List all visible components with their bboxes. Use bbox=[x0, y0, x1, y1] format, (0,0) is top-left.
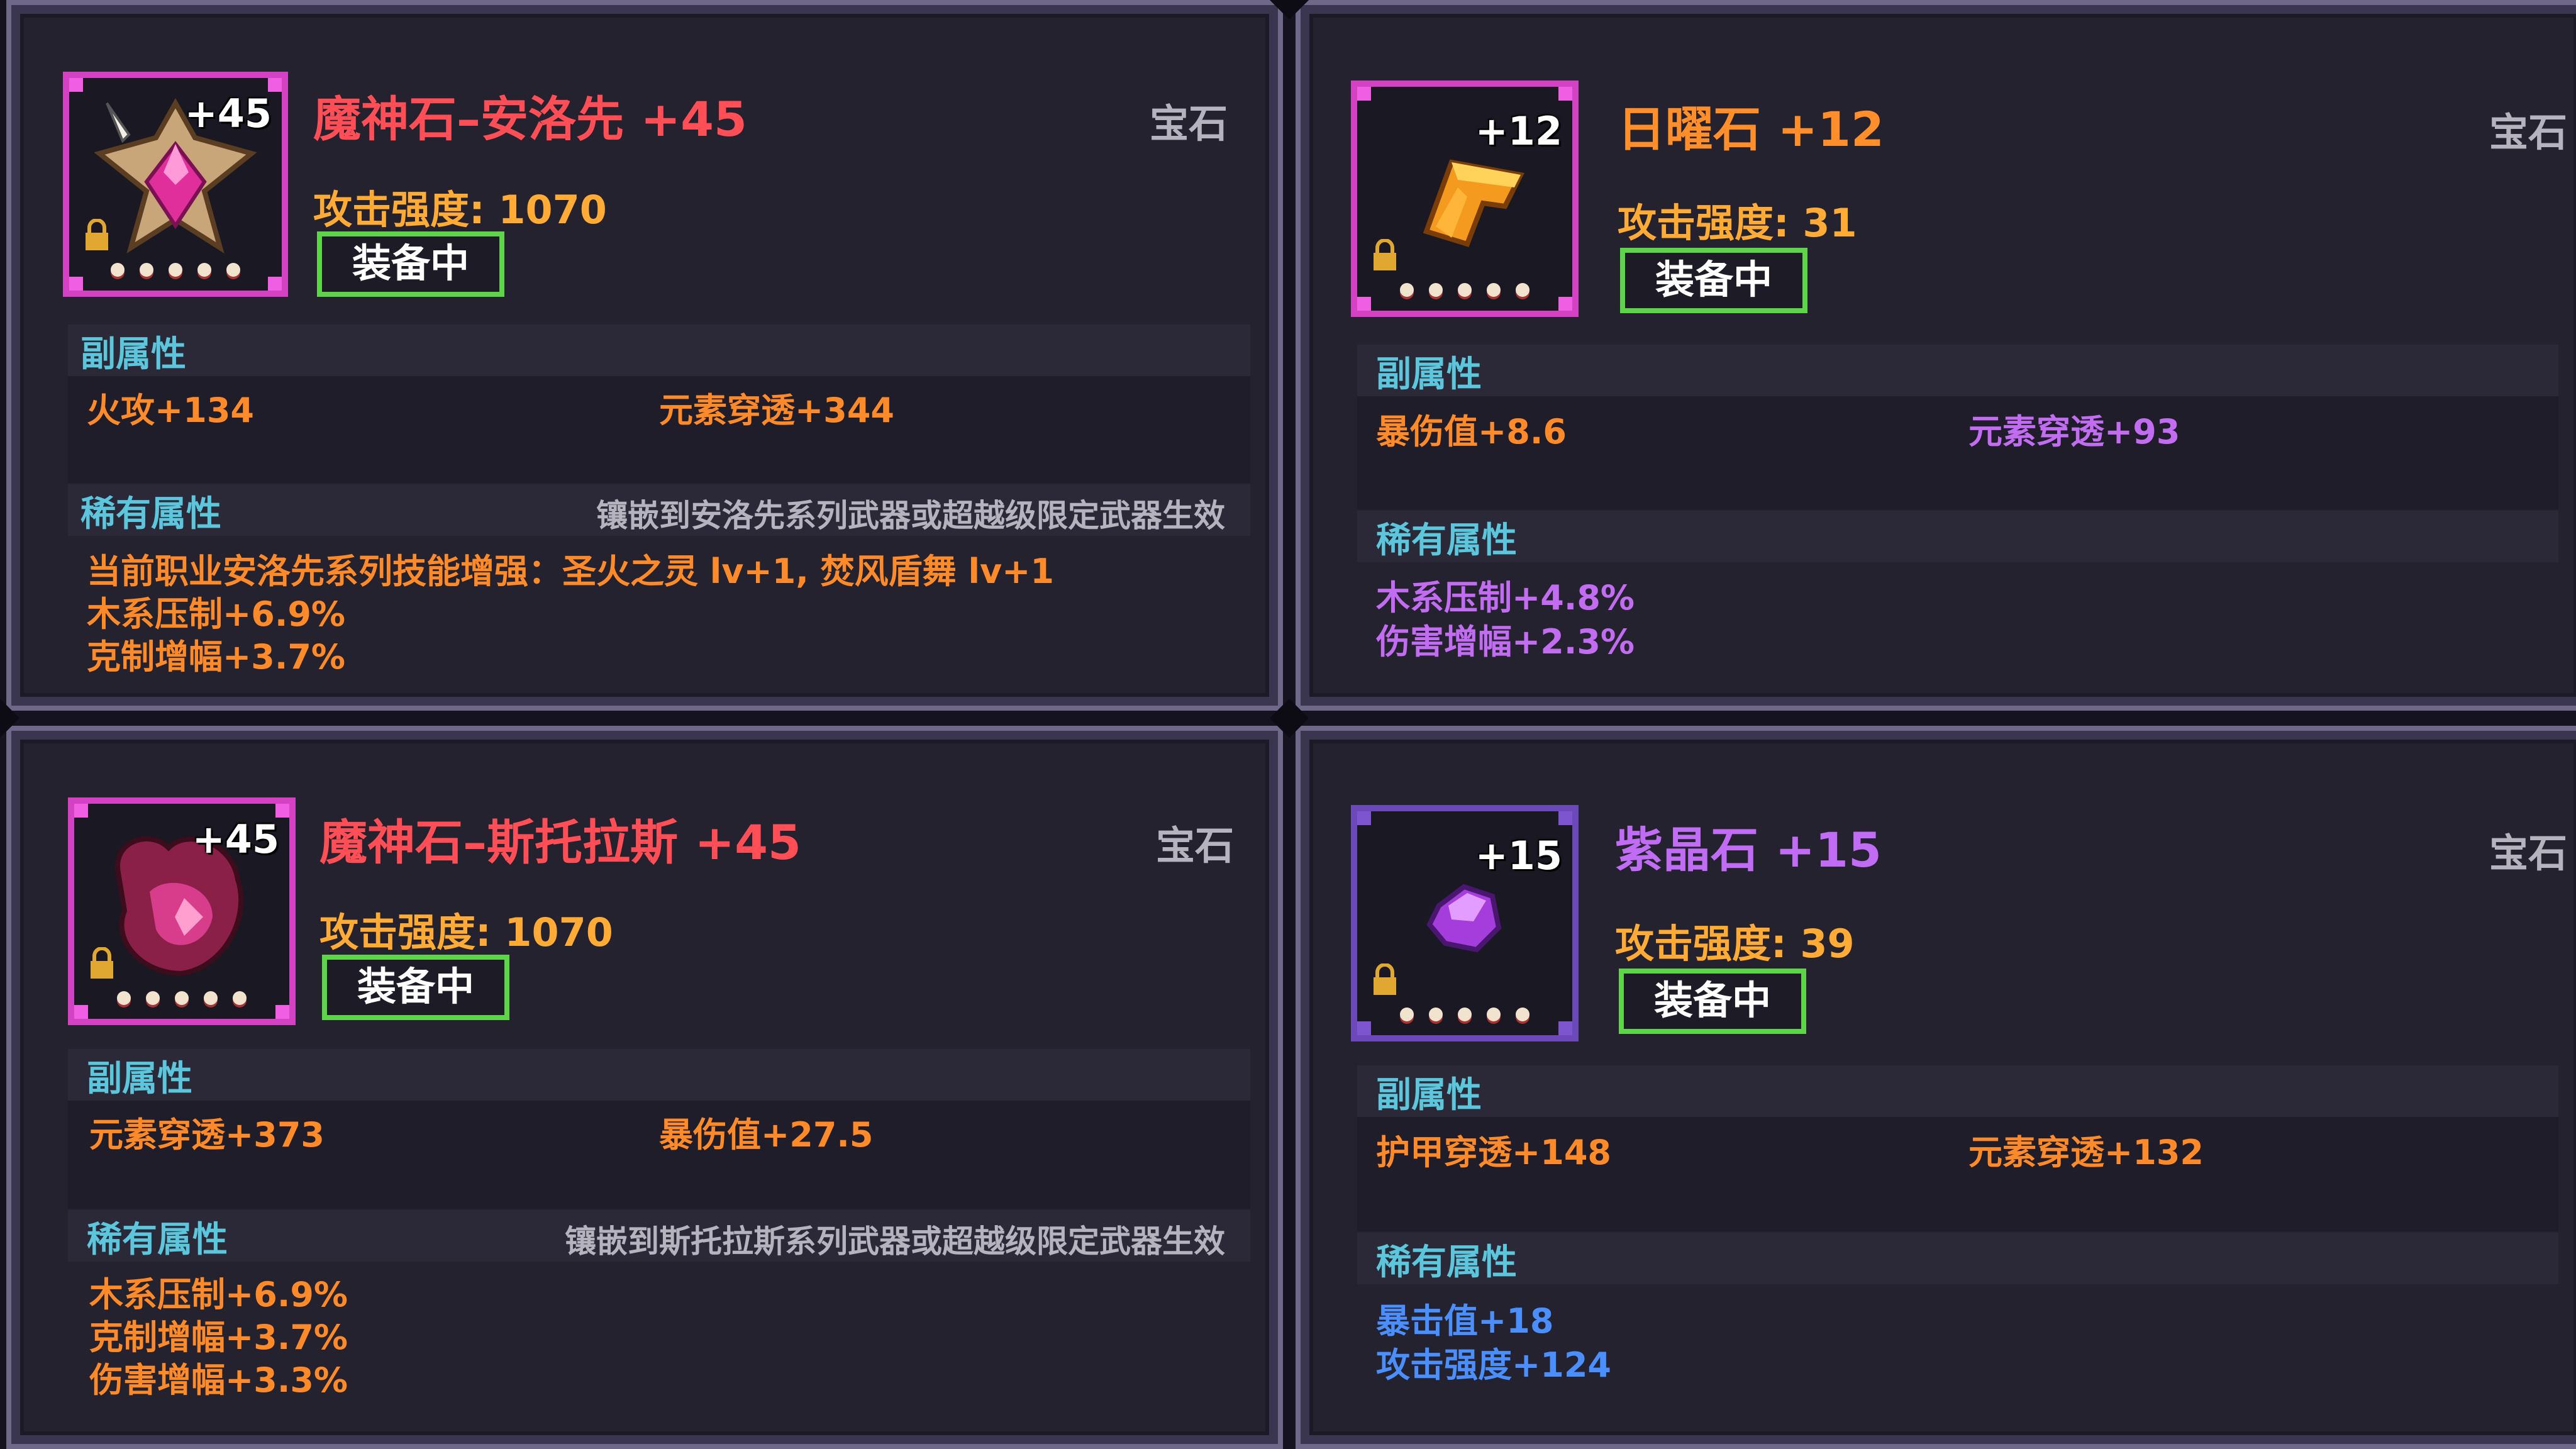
enhance-level: +45 bbox=[192, 816, 279, 862]
lock-icon bbox=[86, 219, 108, 250]
sub-stat-1: 火攻+134 bbox=[87, 391, 254, 430]
sub-stats-title: 副属性 bbox=[1376, 354, 1482, 395]
enhance-level: +45 bbox=[184, 91, 272, 136]
star-dots bbox=[74, 991, 289, 1010]
rare-stats-title: 稀有属性 bbox=[80, 494, 221, 535]
gem-card-stolas[interactable]: +45 魔神石–斯托拉斯 +45 宝石 攻击强度: 1070 装备中 副属性 元… bbox=[6, 726, 1283, 1449]
sub-stat-2: 元素穿透+132 bbox=[1968, 1133, 2204, 1172]
equipped-badge[interactable]: 装备中 bbox=[322, 955, 509, 1020]
category-tag: 宝石 bbox=[1150, 101, 1228, 147]
sub-stats-header-band bbox=[68, 325, 1250, 376]
star-dots bbox=[1357, 1008, 1572, 1026]
attack-power: 攻击强度: 39 bbox=[1615, 921, 1855, 967]
rare-stats-header-band bbox=[1357, 511, 2558, 562]
sub-stat-1: 护甲穿透+148 bbox=[1376, 1133, 1611, 1172]
rare-stat-2: 伤害增幅+2.3% bbox=[1376, 622, 1635, 662]
socket-requirement-note: 镶嵌到斯托拉斯系列武器或超越级限定武器生效 bbox=[565, 1223, 1225, 1260]
sub-stat-1: 元素穿透+373 bbox=[89, 1115, 325, 1155]
sub-stat-2: 元素穿透+93 bbox=[1968, 412, 2180, 452]
gem-card-anlocean[interactable]: +45 魔神石–安洛先 +45 宝石 攻击强度: 1070 装备中 副属性 火攻… bbox=[6, 0, 1283, 711]
enhance-level: +15 bbox=[1475, 833, 1562, 879]
rare-stat-3: 克制增幅+3.7% bbox=[87, 637, 346, 677]
rare-stat-1: 暴击值+18 bbox=[1376, 1301, 1554, 1341]
enhance-level: +12 bbox=[1475, 108, 1562, 154]
rare-stat-3: 伤害增幅+3.3% bbox=[89, 1360, 348, 1400]
lock-icon bbox=[1374, 963, 1396, 995]
lock-icon bbox=[1374, 239, 1396, 270]
sub-stats-title: 副属性 bbox=[1376, 1075, 1482, 1116]
sub-stats-header-band bbox=[1357, 345, 2558, 396]
rare-stats-title: 稀有属性 bbox=[87, 1219, 228, 1260]
gem-icon-frame[interactable]: +12 bbox=[1351, 80, 1579, 317]
sub-stats-header-band bbox=[68, 1049, 1250, 1101]
gem-card-amethyst[interactable]: +15 紫晶石 +15 宝石 攻击强度: 39 装备中 副属性 护甲穿透+148… bbox=[1296, 726, 2576, 1449]
sub-stat-2: 暴伤值+27.5 bbox=[659, 1115, 874, 1155]
equipped-badge[interactable]: 装备中 bbox=[1619, 969, 1806, 1034]
rare-stat-1: 木系压制+4.8% bbox=[1376, 578, 1635, 618]
star-dots bbox=[1357, 283, 1572, 302]
star-dots bbox=[69, 263, 282, 282]
sub-stats-title: 副属性 bbox=[87, 1058, 192, 1099]
gem-card-sun-stone[interactable]: +12 日曜石 +12 宝石 攻击强度: 31 装备中 副属性 暴伤值+8.6 … bbox=[1296, 0, 2576, 711]
gem-icon-frame[interactable]: +45 bbox=[68, 797, 296, 1025]
gem-icon-frame[interactable]: +15 bbox=[1351, 805, 1579, 1041]
sub-stat-1: 暴伤值+8.6 bbox=[1376, 412, 1567, 452]
sub-stats-header-band bbox=[1357, 1065, 2558, 1117]
attack-power: 攻击强度: 1070 bbox=[313, 187, 607, 233]
category-tag: 宝石 bbox=[2489, 830, 2568, 876]
socket-requirement-note: 镶嵌到安洛先系列武器或超越级限定武器生效 bbox=[596, 497, 1225, 534]
equipped-badge[interactable]: 装备中 bbox=[317, 231, 504, 297]
gem-name: 日曜石 +12 bbox=[1618, 101, 1884, 157]
rare-stats-title: 稀有属性 bbox=[1376, 1242, 1517, 1283]
equipped-badge[interactable]: 装备中 bbox=[1620, 248, 1807, 313]
category-tag: 宝石 bbox=[1156, 823, 1235, 869]
attack-power: 攻击强度: 31 bbox=[1618, 200, 1857, 246]
category-tag: 宝石 bbox=[2489, 109, 2568, 155]
rare-stats-header-band bbox=[1357, 1233, 2558, 1284]
gem-name: 紫晶石 +15 bbox=[1615, 822, 1882, 878]
gem-name: 魔神石–安洛先 +45 bbox=[313, 91, 747, 147]
attack-power: 攻击强度: 1070 bbox=[319, 909, 613, 955]
rare-stats-title: 稀有属性 bbox=[1376, 520, 1517, 561]
sub-stat-2: 元素穿透+344 bbox=[659, 391, 894, 430]
gem-name: 魔神石–斯托拉斯 +45 bbox=[319, 814, 801, 870]
rare-stat-2: 攻击强度+124 bbox=[1376, 1345, 1611, 1385]
lock-icon bbox=[91, 947, 113, 979]
gem-icon-frame[interactable]: +45 bbox=[63, 72, 288, 297]
sub-stats-title: 副属性 bbox=[80, 334, 186, 375]
